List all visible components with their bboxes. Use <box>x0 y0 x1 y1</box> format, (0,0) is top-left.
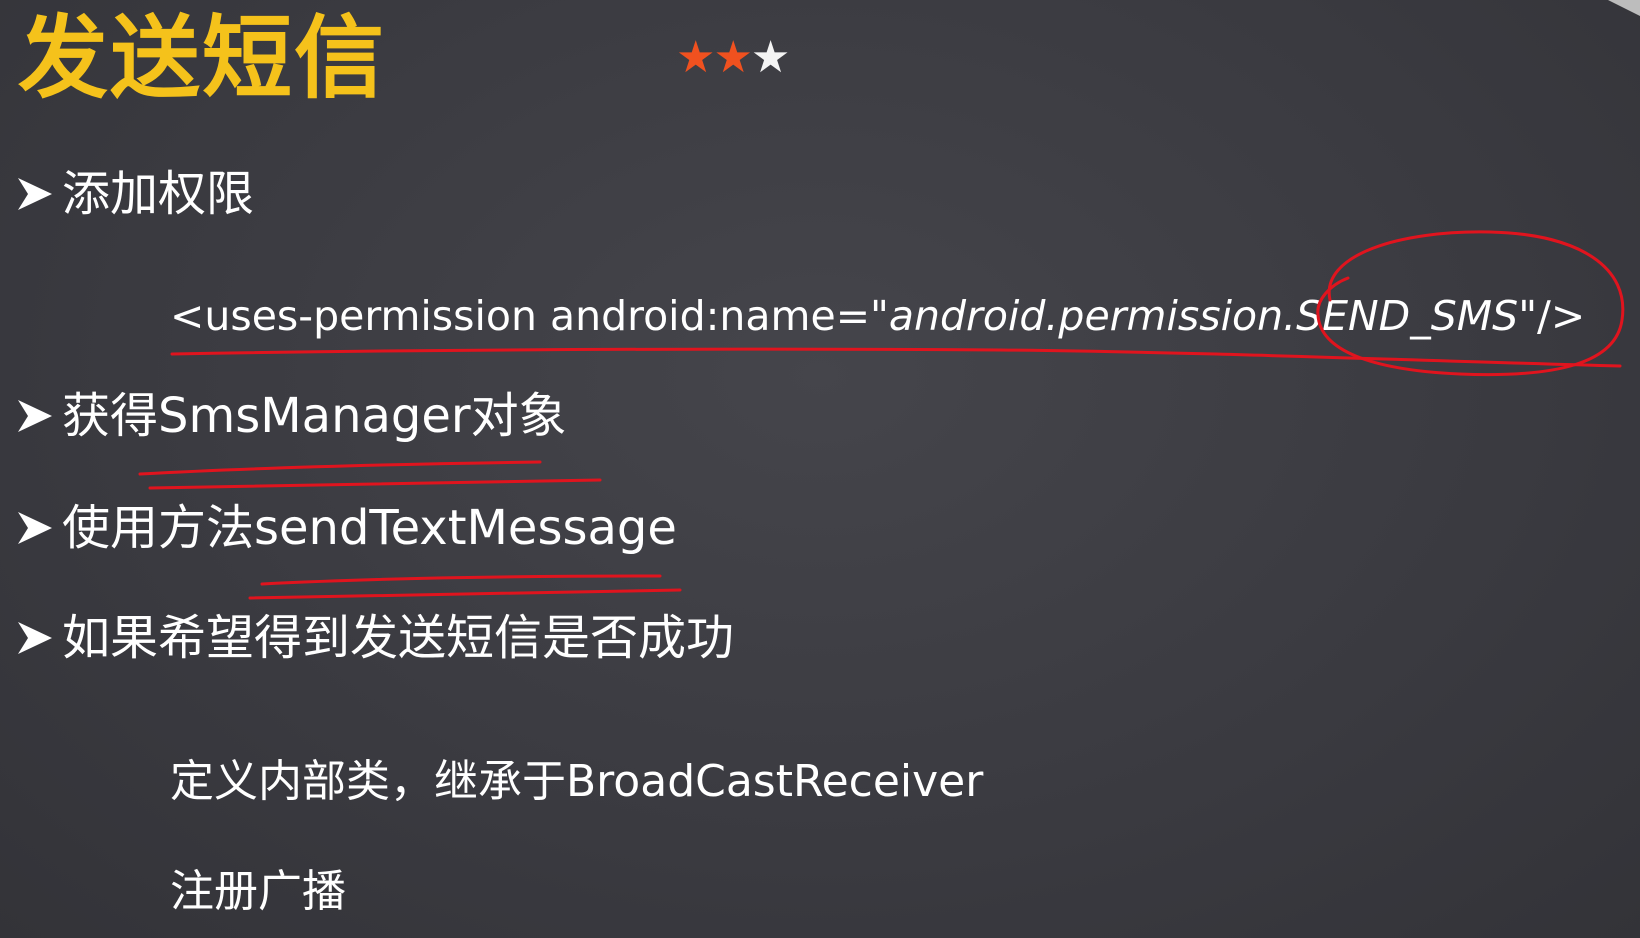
arrow-bullet-icon <box>18 178 52 210</box>
star-icon: ★ <box>713 32 752 83</box>
slide: 发送短信 ★★★ 添加权限 <uses-permission android:n… <box>0 0 1640 938</box>
arrow-bullet-icon <box>18 400 52 432</box>
smsmanager-underline <box>138 460 542 476</box>
sub-item: 注册广播 <box>170 866 346 917</box>
smsmanager-underline-2 <box>148 478 602 490</box>
code-permission-value: android.permission.SEND_SMS <box>888 292 1519 340</box>
code-suffix: "/> <box>1518 292 1586 340</box>
code-underline <box>170 347 1622 368</box>
bullet-text: 获得SmsManager对象 <box>62 388 567 444</box>
bullet-text: 使用方法sendTextMessage <box>62 500 677 556</box>
code-prefix: <uses-permission android:name=" <box>170 292 889 340</box>
bullet-item: 如果希望得到发送短信是否成功 <box>16 614 734 662</box>
bullet-item: 添加权限 <box>16 170 254 218</box>
sendtextmessage-underline-2 <box>248 588 682 600</box>
difficulty-rating: ★★★ <box>676 32 790 83</box>
bullet-text: 添加权限 <box>62 166 255 222</box>
arrow-bullet-icon <box>18 512 52 544</box>
bullet-item: 获得SmsManager对象 <box>16 392 567 440</box>
bullet-item: 使用方法sendTextMessage <box>16 504 677 552</box>
arrow-bullet-icon <box>18 622 52 654</box>
bullet-text: 如果希望得到发送短信是否成功 <box>62 610 735 666</box>
permission-code-line: <uses-permission android:name="android.p… <box>170 296 1585 337</box>
sendtextmessage-underline <box>260 574 662 586</box>
star-icon: ★ <box>676 32 715 83</box>
star-icon: ★ <box>750 32 790 83</box>
sub-item: 定义内部类，继承于BroadCastReceiver <box>170 756 984 807</box>
corner-decoration <box>1608 0 1640 16</box>
slide-title: 发送短信 <box>18 6 386 111</box>
